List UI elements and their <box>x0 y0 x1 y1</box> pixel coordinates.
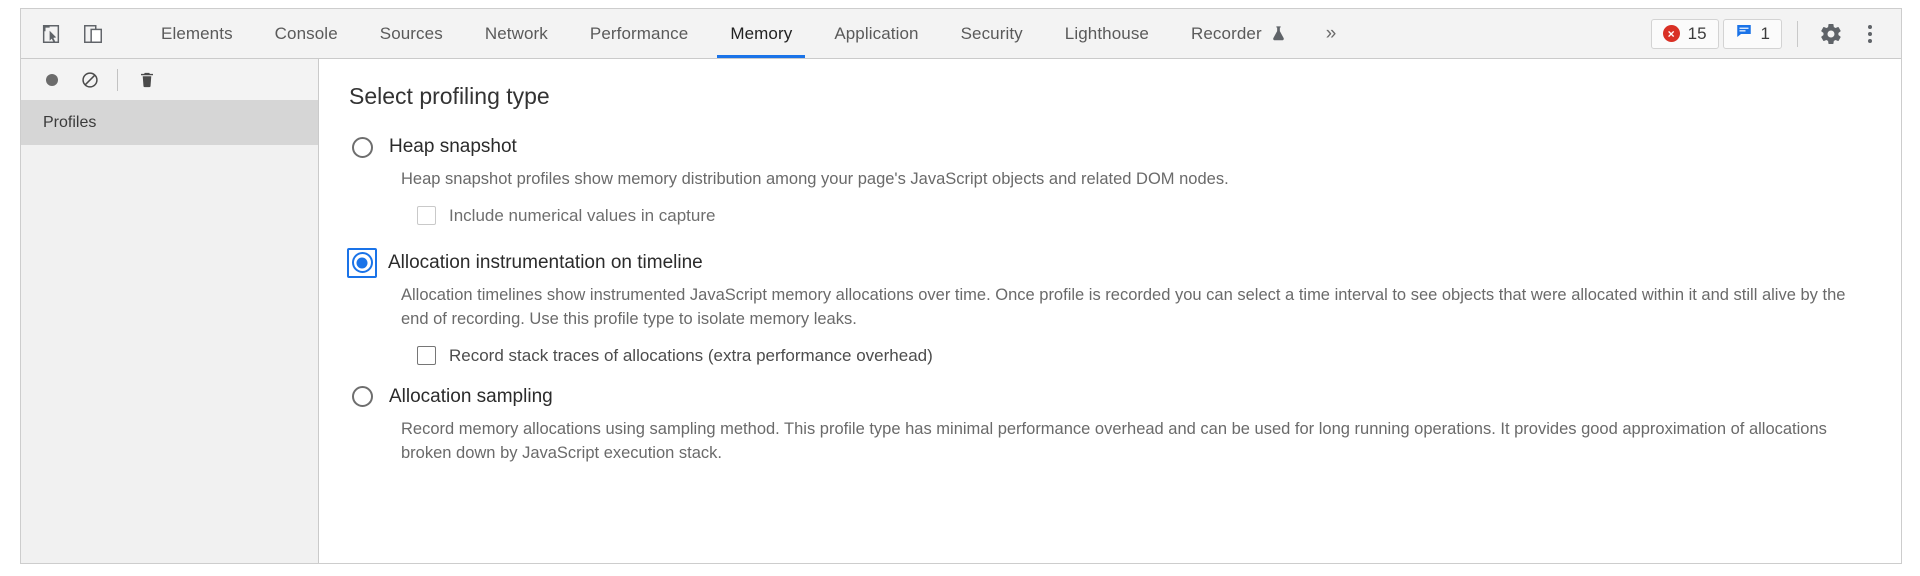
tab-console[interactable]: Console <box>254 9 359 58</box>
allocation-instrumentation-radio-wrap[interactable] <box>347 247 377 278</box>
record-stack-traces-checkbox-row[interactable]: Record stack traces of allocations (extr… <box>417 346 1871 366</box>
sidebar-toolbar <box>21 59 318 101</box>
tab-lighthouse[interactable]: Lighthouse <box>1044 9 1170 58</box>
error-count-badge[interactable]: × 15 <box>1650 18 1719 49</box>
tab-label: Elements <box>161 23 233 43</box>
allocation-sampling-description: Record memory allocations using sampling… <box>401 419 1827 462</box>
tab-elements[interactable]: Elements <box>140 9 254 58</box>
tab-label: Security <box>960 23 1023 43</box>
more-tabs-button[interactable]: » <box>1308 9 1355 58</box>
sidebar-empty-area <box>21 145 318 563</box>
tab-label: Console <box>274 23 338 43</box>
message-count-badge[interactable]: 1 <box>1722 18 1782 49</box>
radio-unselected-icon <box>351 136 373 158</box>
kebab-dot <box>1868 38 1872 43</box>
profiling-option-heap-snapshot: Heap snapshot Heap snapshot profiles sho… <box>347 132 1871 226</box>
tab-memory[interactable]: Memory <box>709 9 813 58</box>
error-circle-icon: × <box>1662 25 1680 42</box>
kebab-menu-icon[interactable] <box>1853 17 1887 51</box>
allocation-sampling-label: Allocation sampling <box>389 385 553 407</box>
error-count: 15 <box>1687 23 1707 43</box>
message-bubble-icon <box>1735 22 1753 45</box>
option-spacer <box>347 226 1871 248</box>
allocation-instrumentation-description: Allocation timelines show instrumented J… <box>401 285 1846 328</box>
panel-tab-list: Elements Console Sources Network Perform… <box>140 9 1354 58</box>
tab-label: Network <box>484 23 548 43</box>
device-toolbar-icon[interactable] <box>75 16 111 52</box>
radio-selected-icon <box>351 252 373 274</box>
option-spacer <box>347 366 1871 382</box>
memory-sidebar: Profiles <box>21 59 319 563</box>
sidebar-item-profiles[interactable]: Profiles <box>21 101 318 145</box>
tab-label: Performance <box>589 23 689 43</box>
trash-icon[interactable] <box>132 65 162 95</box>
include-numerical-values-label: Include numerical values in capture <box>449 205 716 225</box>
inspect-cursor-icon[interactable] <box>33 16 69 52</box>
heap-snapshot-label: Heap snapshot <box>389 136 517 157</box>
toolbar-right-divider <box>1797 20 1798 47</box>
tab-label: Lighthouse <box>1064 23 1149 43</box>
devtools-top-toolbar: Elements Console Sources Network Perform… <box>21 9 1901 59</box>
heap-snapshot-description: Heap snapshot profiles show memory distr… <box>401 170 1229 188</box>
radio-unselected-icon <box>351 386 373 408</box>
sidebar-toolbar-divider <box>117 68 118 91</box>
tab-network[interactable]: Network <box>464 9 569 58</box>
heap-snapshot-radio-wrap[interactable] <box>347 132 377 162</box>
gear-icon[interactable] <box>1813 16 1849 52</box>
tab-sources[interactable]: Sources <box>359 9 464 58</box>
include-numerical-values-checkbox-row[interactable]: Include numerical values in capture <box>417 206 1871 226</box>
profiling-option-allocation-instrumentation: Allocation instrumentation on timeline A… <box>347 247 1871 366</box>
devtools-body: Profiles Select profiling type Heap snap… <box>21 59 1901 563</box>
tab-recorder[interactable]: Recorder <box>1170 9 1308 58</box>
kebab-dot <box>1868 24 1872 29</box>
tab-application[interactable]: Application <box>813 9 939 58</box>
record-stack-traces-label: Record stack traces of allocations (extr… <box>449 345 933 365</box>
page-title: Select profiling type <box>349 83 550 109</box>
checkbox-unchecked-icon[interactable] <box>417 206 436 226</box>
checkbox-unchecked-icon[interactable] <box>417 346 436 366</box>
tab-label: Recorder <box>1190 23 1262 43</box>
tab-label: Memory <box>730 23 793 43</box>
allocation-sampling-radio-row[interactable]: Allocation sampling <box>347 382 1871 412</box>
devtools-window: Elements Console Sources Network Perform… <box>20 8 1902 564</box>
clear-prohibited-icon[interactable] <box>75 65 105 95</box>
kebab-dot <box>1868 31 1872 36</box>
tab-security[interactable]: Security <box>940 9 1044 58</box>
toolbar-left-icons <box>21 9 140 58</box>
profiling-option-allocation-sampling: Allocation sampling Record memory alloca… <box>347 382 1871 466</box>
tab-label: Sources <box>379 23 443 43</box>
tab-label: Application <box>834 23 919 43</box>
record-circle-icon[interactable] <box>37 65 67 95</box>
heap-snapshot-radio-row[interactable]: Heap snapshot <box>347 132 1871 162</box>
allocation-instrumentation-label: Allocation instrumentation on timeline <box>388 251 703 273</box>
allocation-instrumentation-radio-row[interactable]: Allocation instrumentation on timeline <box>347 247 1871 278</box>
tab-performance[interactable]: Performance <box>569 9 709 58</box>
sidebar-item-label: Profiles <box>43 114 97 131</box>
allocation-sampling-radio-wrap[interactable] <box>347 382 377 412</box>
toolbar-right-group: × 15 1 <box>1650 9 1901 58</box>
flask-icon <box>1270 25 1287 42</box>
message-count: 1 <box>1760 23 1770 43</box>
profiling-type-panel: Select profiling type Heap snapshot Heap… <box>319 59 1901 563</box>
